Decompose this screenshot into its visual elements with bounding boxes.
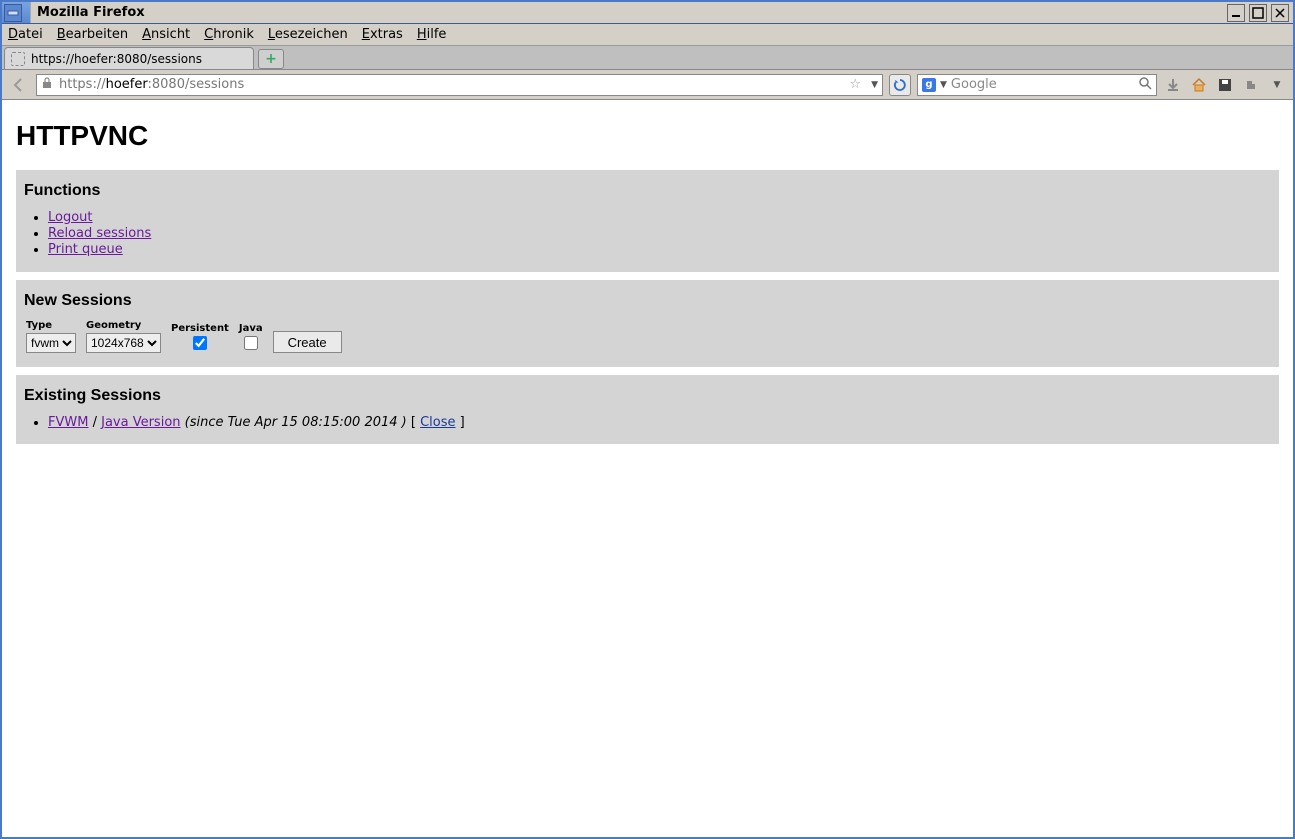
url-text: https://hoefer:8080/sessions <box>59 77 244 92</box>
maximize-button[interactable] <box>1249 4 1267 22</box>
menu-file[interactable]: Datei <box>8 27 43 42</box>
close-session-link[interactable]: Close <box>420 415 455 430</box>
home-icon[interactable] <box>1189 75 1209 95</box>
print-queue-link[interactable]: Print queue <box>48 242 123 257</box>
minimize-button[interactable] <box>1227 4 1245 22</box>
tab-strip: https://hoefer:8080/sessions + <box>2 46 1293 70</box>
page-title: HTTPVNC <box>16 120 1279 152</box>
reload-button[interactable] <box>889 74 911 96</box>
addon-icon[interactable] <box>1241 75 1261 95</box>
menu-history[interactable]: Chronik <box>204 27 254 42</box>
existing-sessions-heading: Existing Sessions <box>24 387 1271 405</box>
type-select[interactable]: fvwm <box>26 333 76 353</box>
window-title: Mozilla Firefox <box>37 5 145 20</box>
save-icon[interactable] <box>1215 75 1235 95</box>
window-menu-button[interactable] <box>4 4 22 22</box>
persistent-label: Persistent <box>171 323 229 334</box>
back-button[interactable] <box>8 74 30 96</box>
tab-title: https://hoefer:8080/sessions <box>31 52 202 66</box>
browser-tab[interactable]: https://hoefer:8080/sessions <box>4 47 254 69</box>
bookmark-star-icon[interactable]: ☆ <box>849 77 861 92</box>
search-submit-icon[interactable] <box>1138 76 1152 94</box>
new-tab-button[interactable]: + <box>258 49 284 69</box>
session-since: (since Tue Apr 15 08:15:00 2014 ) <box>185 415 407 430</box>
search-engine-icon[interactable]: g <box>922 78 936 92</box>
java-label: Java <box>239 323 263 334</box>
session-fvwm-link[interactable]: FVWM <box>48 415 88 430</box>
download-icon[interactable] <box>1163 75 1183 95</box>
logout-link[interactable]: Logout <box>48 210 93 225</box>
navigation-toolbar: https://hoefer:8080/sessions ☆ ▼ g ▼ Goo… <box>2 70 1293 100</box>
persistent-checkbox[interactable] <box>193 336 207 350</box>
new-sessions-section: New Sessions Type fvwm Geometry 1024x768… <box>16 280 1279 367</box>
type-label: Type <box>26 320 76 331</box>
menu-help[interactable]: Hilfe <box>417 27 447 42</box>
search-placeholder: Google <box>951 77 997 92</box>
geometry-label: Geometry <box>86 320 161 331</box>
menu-extras[interactable]: Extras <box>362 27 403 42</box>
create-button[interactable]: Create <box>273 331 342 353</box>
url-dropdown-icon[interactable]: ▼ <box>871 80 878 90</box>
session-row: FVWM / Java Version (since Tue Apr 15 08… <box>48 415 1271 430</box>
java-checkbox[interactable] <box>244 336 258 350</box>
close-window-button[interactable] <box>1271 4 1289 22</box>
reload-sessions-link[interactable]: Reload sessions <box>48 226 151 241</box>
url-bar[interactable]: https://hoefer:8080/sessions ☆ ▼ <box>36 74 883 96</box>
geometry-select[interactable]: 1024x768 <box>86 333 161 353</box>
menu-bookmarks[interactable]: Lesezeichen <box>268 27 348 42</box>
search-box[interactable]: g ▼ Google <box>917 74 1157 96</box>
functions-section: Functions Logout Reload sessions Print q… <box>16 170 1279 272</box>
toolbar-dropdown-icon[interactable]: ▼ <box>1267 75 1287 95</box>
existing-sessions-section: Existing Sessions FVWM / Java Version (s… <box>16 375 1279 444</box>
page-content: HTTPVNC Functions Logout Reload sessions… <box>2 100 1293 466</box>
session-java-link[interactable]: Java Version <box>101 415 180 430</box>
menubar: Datei Bearbeiten Ansicht Chronik Lesezei… <box>2 24 1293 46</box>
search-dropdown-icon[interactable]: ▼ <box>940 80 947 90</box>
lock-icon <box>41 77 53 93</box>
window-titlebar: Mozilla Firefox <box>2 2 1293 24</box>
new-sessions-heading: New Sessions <box>24 292 1271 310</box>
menu-view[interactable]: Ansicht <box>142 27 190 42</box>
menu-edit[interactable]: Bearbeiten <box>57 27 128 42</box>
page-favicon <box>11 52 25 66</box>
functions-heading: Functions <box>24 182 1271 200</box>
